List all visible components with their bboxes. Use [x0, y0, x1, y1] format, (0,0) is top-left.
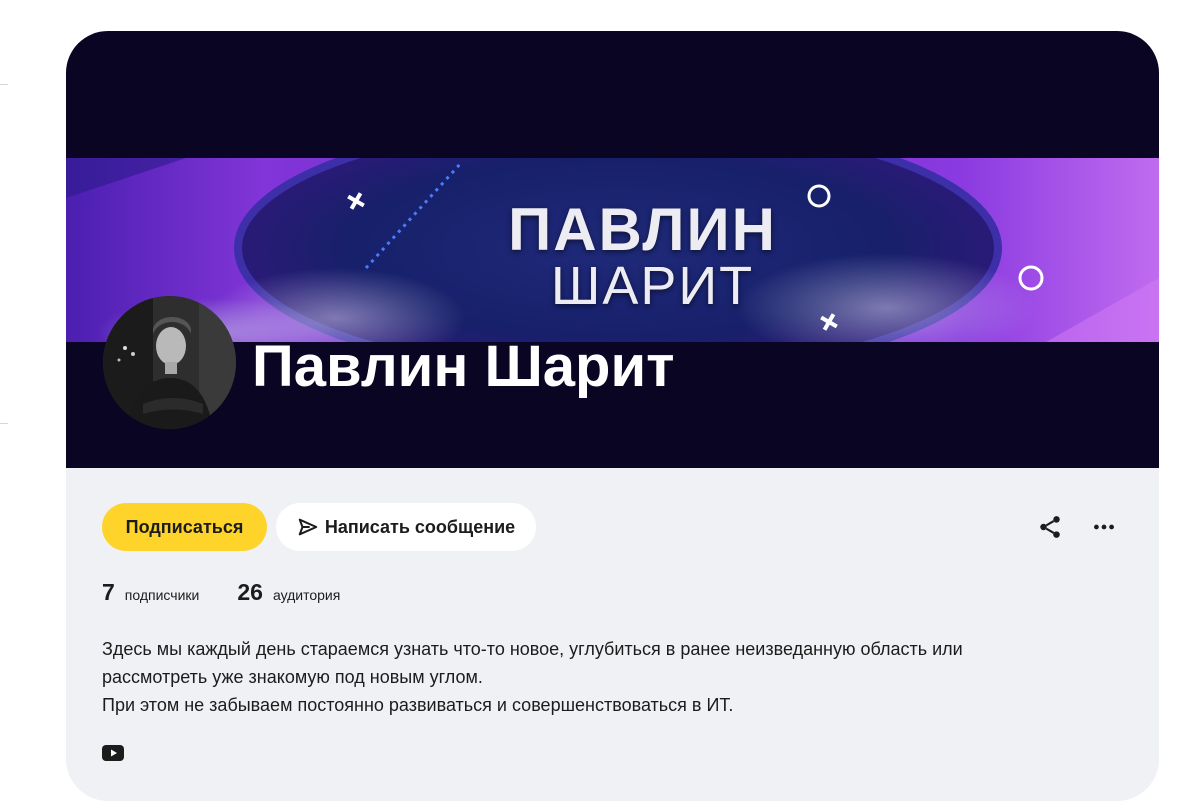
stat-audience[interactable]: 26 аудитория [237, 579, 340, 606]
avatar-photo [103, 296, 236, 429]
avatar[interactable] [103, 296, 236, 429]
edge-divider [0, 423, 8, 424]
stat-label: аудитория [272, 587, 341, 603]
stat-subscribers[interactable]: 7 подписчики [102, 579, 199, 606]
banner-title: ПАВЛИН [508, 196, 777, 263]
channel-banner: ПАВЛИН ШАРИТ [66, 158, 1159, 342]
channel-stats: 7 подписчики 26 аудитория [102, 579, 378, 606]
channel-cover: ПАВЛИН ШАРИТ Павлин Шарит [66, 31, 1159, 468]
banner-subtitle: ШАРИТ [550, 256, 755, 316]
share-button[interactable] [1034, 511, 1066, 543]
channel-description: Здесь мы каждый день стараемся узнать чт… [102, 635, 1102, 719]
edge-divider [0, 84, 8, 85]
stat-value: 7 [102, 579, 115, 605]
description-line: При этом не забываем постоянно развивать… [102, 695, 734, 715]
send-message-button[interactable]: Написать сообщение [276, 503, 536, 551]
share-icon [1040, 516, 1060, 538]
youtube-icon[interactable] [102, 745, 124, 761]
description-line: Здесь мы каждый день стараемся узнать чт… [102, 639, 963, 659]
subscribe-button[interactable]: Подписаться [102, 503, 267, 551]
channel-card: ПАВЛИН ШАРИТ Павлин Шарит Подписаться На… [66, 31, 1159, 801]
stat-value: 26 [237, 579, 263, 605]
more-button[interactable] [1088, 511, 1120, 543]
description-line: рассмотреть уже знакомую под новым углом… [102, 667, 483, 687]
send-icon [298, 518, 318, 536]
channel-name: Павлин Шарит [252, 334, 675, 399]
stat-label: подписчики [124, 587, 200, 603]
send-message-label: Написать сообщение [324, 516, 516, 537]
more-icon [1094, 524, 1114, 530]
